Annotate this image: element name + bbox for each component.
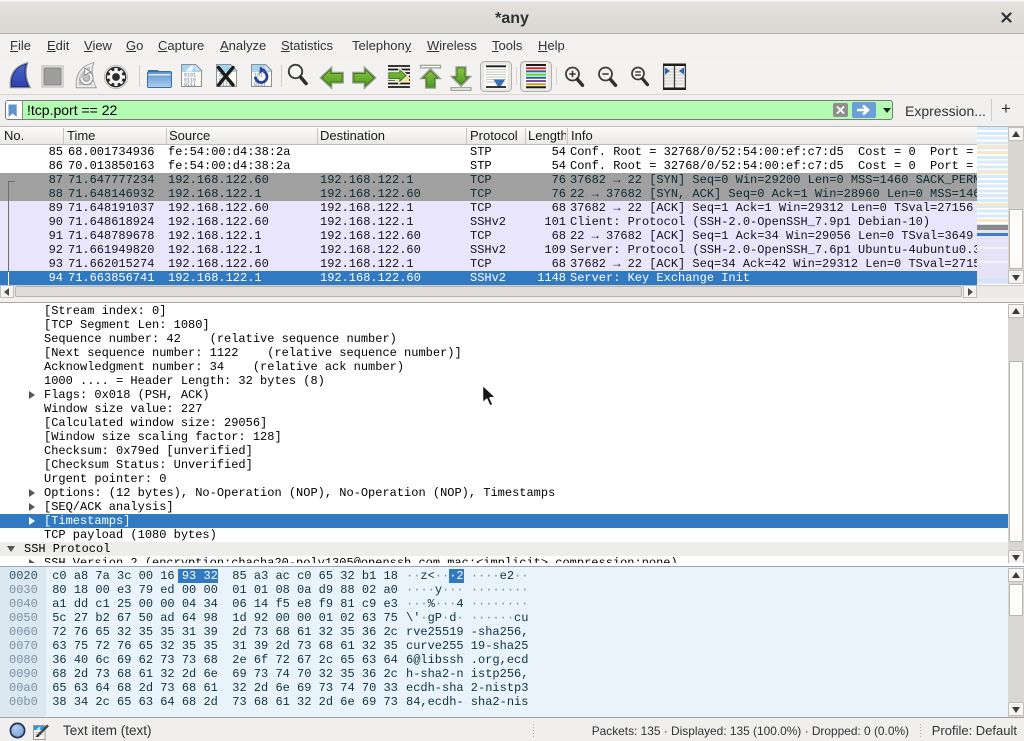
svg-text:0111: 0111 (184, 82, 196, 88)
